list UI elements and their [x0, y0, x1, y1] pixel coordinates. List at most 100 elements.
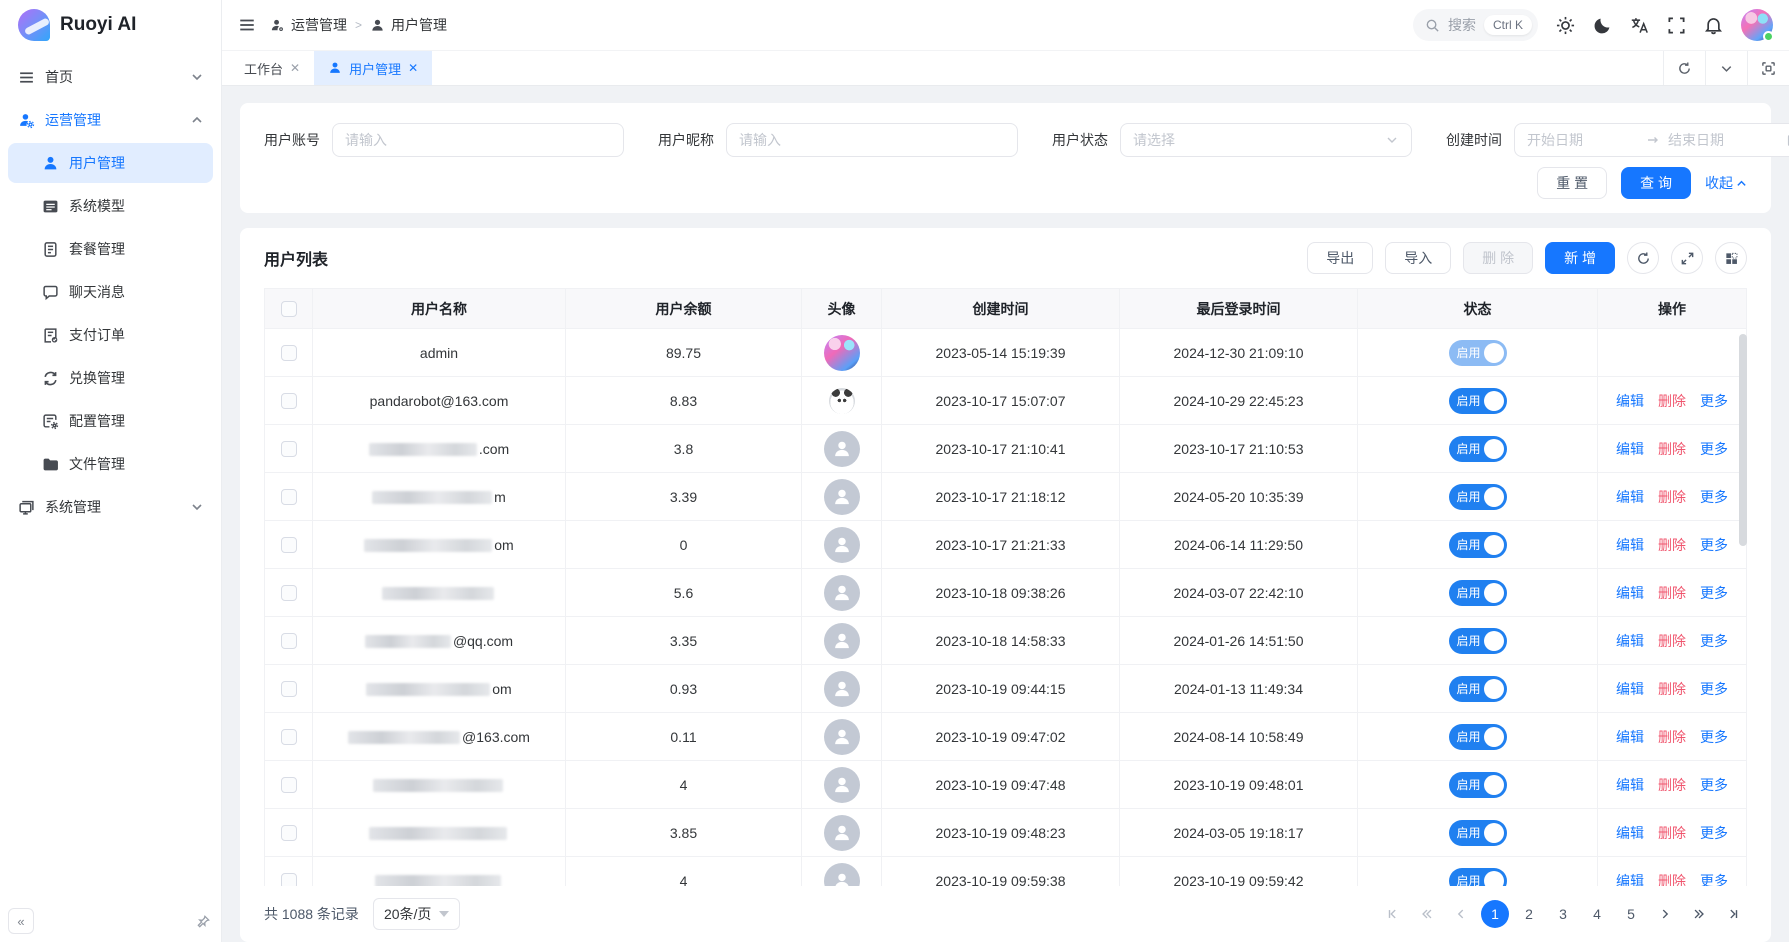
last-page-button[interactable]: [1719, 900, 1747, 928]
row-checkbox[interactable]: [281, 681, 297, 697]
sidebar-item-operations[interactable]: 运营管理: [8, 100, 213, 140]
edit-link[interactable]: 编辑: [1616, 727, 1644, 747]
delete-link[interactable]: 删除: [1658, 679, 1686, 699]
close-icon[interactable]: ✕: [408, 61, 418, 75]
delete-link[interactable]: 删除: [1658, 535, 1686, 555]
add-button[interactable]: 新 增: [1545, 242, 1615, 274]
search-button[interactable]: 查 询: [1621, 167, 1691, 199]
delete-link[interactable]: 删除: [1658, 439, 1686, 459]
tab-options-button[interactable]: [1705, 51, 1747, 85]
more-link[interactable]: 更多: [1700, 631, 1728, 651]
status-toggle[interactable]: 启用: [1449, 580, 1507, 606]
status-toggle[interactable]: 启用: [1449, 532, 1507, 558]
import-button[interactable]: 导入: [1385, 242, 1451, 274]
delete-link[interactable]: 删除: [1658, 823, 1686, 843]
tab-workbench[interactable]: 工作台 ✕: [230, 51, 314, 85]
status-toggle[interactable]: 启用: [1449, 676, 1507, 702]
page-1[interactable]: 1: [1481, 900, 1509, 928]
refresh-table-button[interactable]: [1627, 242, 1659, 274]
more-link[interactable]: 更多: [1700, 871, 1728, 887]
edit-link[interactable]: 编辑: [1616, 631, 1644, 651]
reset-button[interactable]: 重 置: [1537, 167, 1607, 199]
breadcrumb-user-management[interactable]: 用户管理: [370, 15, 447, 35]
language-translate-icon[interactable]: [1630, 16, 1649, 35]
edit-link[interactable]: 编辑: [1616, 487, 1644, 507]
edit-link[interactable]: 编辑: [1616, 535, 1644, 555]
first-page-button[interactable]: [1379, 900, 1407, 928]
status-toggle[interactable]: 启用: [1449, 628, 1507, 654]
more-link[interactable]: 更多: [1700, 775, 1728, 795]
fast-forward-button[interactable]: [1685, 900, 1713, 928]
export-button[interactable]: 导出: [1307, 242, 1373, 274]
edit-link[interactable]: 编辑: [1616, 679, 1644, 699]
more-link[interactable]: 更多: [1700, 535, 1728, 555]
delete-link[interactable]: 删除: [1658, 775, 1686, 795]
edit-link[interactable]: 编辑: [1616, 823, 1644, 843]
breadcrumb-operations[interactable]: 运营管理: [270, 15, 347, 35]
prev-page-button[interactable]: [1447, 900, 1475, 928]
delete-link[interactable]: 删除: [1658, 727, 1686, 747]
row-checkbox[interactable]: [281, 825, 297, 841]
page-2[interactable]: 2: [1515, 900, 1543, 928]
edit-link[interactable]: 编辑: [1616, 439, 1644, 459]
sidebar-item-home[interactable]: 首页: [8, 57, 213, 97]
sidebar-item-system-models[interactable]: 系统模型: [8, 186, 213, 226]
nickname-input[interactable]: [739, 132, 1005, 148]
row-checkbox[interactable]: [281, 633, 297, 649]
row-checkbox[interactable]: [281, 345, 297, 361]
page-5[interactable]: 5: [1617, 900, 1645, 928]
page-4[interactable]: 4: [1583, 900, 1611, 928]
collapse-filter-link[interactable]: 收起: [1705, 173, 1747, 193]
row-checkbox[interactable]: [281, 777, 297, 793]
status-toggle[interactable]: 启用: [1449, 484, 1507, 510]
dark-mode-moon-icon[interactable]: [1593, 16, 1612, 35]
edit-link[interactable]: 编辑: [1616, 871, 1644, 887]
fullscreen-icon[interactable]: [1667, 16, 1686, 35]
delete-button[interactable]: 删 除: [1463, 242, 1533, 274]
sidebar-item-config-management[interactable]: 配置管理: [8, 401, 213, 441]
more-link[interactable]: 更多: [1700, 823, 1728, 843]
table-scrollbar[interactable]: [1739, 334, 1747, 546]
status-toggle[interactable]: 启用: [1449, 868, 1507, 887]
delete-link[interactable]: 删除: [1658, 391, 1686, 411]
sidebar-item-redeem-management[interactable]: 兑换管理: [8, 358, 213, 398]
page-size-select[interactable]: 20条/页: [373, 898, 460, 930]
delete-link[interactable]: 删除: [1658, 487, 1686, 507]
status-toggle[interactable]: 启用: [1449, 436, 1507, 462]
sidebar-item-payment-orders[interactable]: 支付订单: [8, 315, 213, 355]
maximize-content-button[interactable]: [1747, 51, 1789, 85]
delete-link[interactable]: 删除: [1658, 631, 1686, 651]
sidebar-item-user-management[interactable]: 用户管理: [8, 143, 213, 183]
row-checkbox[interactable]: [281, 393, 297, 409]
close-icon[interactable]: ✕: [290, 61, 300, 75]
row-checkbox[interactable]: [281, 873, 297, 886]
status-toggle[interactable]: 启用: [1449, 820, 1507, 846]
edit-link[interactable]: 编辑: [1616, 391, 1644, 411]
more-link[interactable]: 更多: [1700, 679, 1728, 699]
delete-link[interactable]: 删除: [1658, 871, 1686, 887]
edit-link[interactable]: 编辑: [1616, 775, 1644, 795]
more-link[interactable]: 更多: [1700, 727, 1728, 747]
fullscreen-table-button[interactable]: [1671, 242, 1703, 274]
row-checkbox[interactable]: [281, 441, 297, 457]
sidebar-item-file-management[interactable]: 文件管理: [8, 444, 213, 484]
column-settings-button[interactable]: [1715, 242, 1747, 274]
fast-back-button[interactable]: [1413, 900, 1441, 928]
more-link[interactable]: 更多: [1700, 487, 1728, 507]
row-checkbox[interactable]: [281, 489, 297, 505]
date-range-picker[interactable]: 开始日期 结束日期: [1514, 123, 1789, 157]
sidebar-collapse-button[interactable]: «: [8, 908, 34, 934]
delete-link[interactable]: 删除: [1658, 583, 1686, 603]
settings-gear-icon[interactable]: [1556, 16, 1575, 35]
tab-user-management[interactable]: 用户管理 ✕: [314, 51, 432, 85]
hamburger-menu-icon[interactable]: [238, 16, 256, 34]
page-3[interactable]: 3: [1549, 900, 1577, 928]
select-all-checkbox[interactable]: [281, 301, 297, 317]
status-toggle[interactable]: 启用: [1449, 340, 1507, 366]
more-link[interactable]: 更多: [1700, 583, 1728, 603]
sidebar-item-system-management[interactable]: 系统管理: [8, 487, 213, 527]
pin-icon[interactable]: [196, 914, 211, 929]
sidebar-item-plan-management[interactable]: 套餐管理: [8, 229, 213, 269]
row-checkbox[interactable]: [281, 585, 297, 601]
more-link[interactable]: 更多: [1700, 439, 1728, 459]
